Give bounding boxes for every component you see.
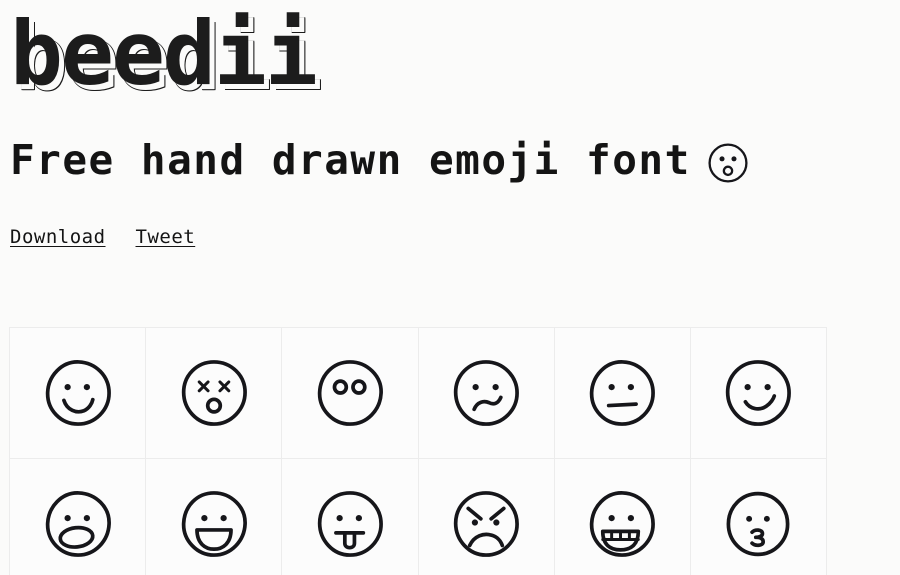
tweet-link[interactable]: Tweet [136,222,196,252]
emoji-cell-tongue-out-face[interactable] [282,459,419,575]
surprised-face-emoji [705,138,751,184]
emoji-cell-smiling-face[interactable] [10,328,147,459]
tagline-text: Free hand drawn emoji font [10,136,691,184]
page-root: beedii Free hand drawn emoji font Downlo… [0,0,900,575]
emoji-cell-slight-smile-face[interactable] [690,328,827,459]
link-row: Download Tweet [10,222,195,252]
emoji-cell-dizzy-face[interactable] [146,328,283,459]
emoji-cell-grinning-teeth-face[interactable] [554,459,691,575]
emoji-cell-surprised-face[interactable] [10,459,147,575]
emoji-cell-angry-face[interactable] [418,459,555,575]
smiling-face-emoji [45,360,111,426]
slight-smile-face-emoji [726,360,792,426]
emoji-cell-confused-face[interactable] [418,328,555,459]
laughing-face-emoji [181,491,247,557]
ring-eyes-no-mouth-emoji [317,360,383,426]
emoji-cell-laughing-face[interactable] [146,459,283,575]
emoji-cell-ring-eyes-face[interactable] [282,328,419,459]
kissing-face-emoji [726,491,790,557]
tongue-out-face-emoji [317,491,383,557]
download-link[interactable]: Download [10,222,106,252]
emoji-grid [9,327,827,575]
emoji-cell-neutral-face[interactable] [554,328,691,459]
logo-text: beedii [10,2,318,106]
dizzy-x-eyes-face-emoji [181,360,247,426]
site-logo: beedii [10,2,318,106]
neutral-face-emoji [590,360,656,426]
tagline: Free hand drawn emoji font [10,132,751,188]
angry-face-emoji [453,491,520,557]
logo-text-label: beedii [10,2,318,105]
grinning-teeth-face-emoji [590,491,656,557]
surprised-open-mouth-emoji [45,491,111,557]
emoji-cell-kissing-face[interactable] [690,459,827,575]
confused-face-emoji [453,360,520,426]
